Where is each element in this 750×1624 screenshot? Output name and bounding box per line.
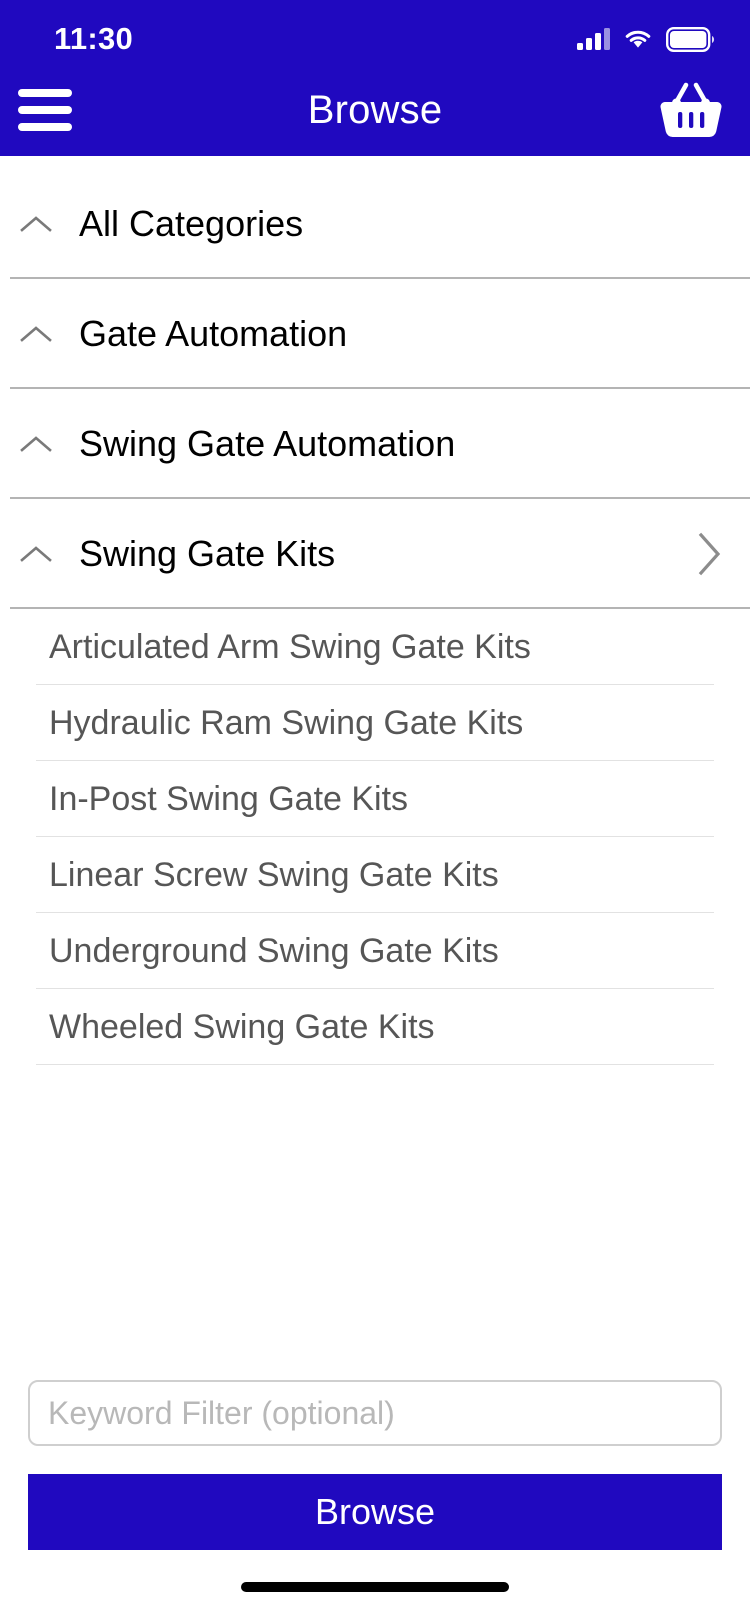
category-row-swing-gate-automation[interactable]: Swing Gate Automation <box>0 389 750 499</box>
category-label: Swing Gate Automation <box>79 423 456 464</box>
shopping-basket-icon <box>658 80 724 140</box>
category-label: All Categories <box>79 203 304 244</box>
cellular-signal-icon <box>577 28 610 50</box>
wifi-icon <box>623 28 653 50</box>
page-title: Browse <box>307 87 443 132</box>
subcategory-label: Linear Screw Swing Gate Kits <box>49 855 499 894</box>
subcategory-label: Hydraulic Ram Swing Gate Kits <box>49 703 524 742</box>
subcategory-row[interactable]: In-Post Swing Gate Kits <box>0 761 750 837</box>
home-indicator-area <box>0 1550 750 1624</box>
keyword-filter-input[interactable] <box>28 1380 722 1446</box>
chevron-right-icon[interactable] <box>690 531 730 577</box>
category-browser: All Categories Gate Automation Swing Gat… <box>0 156 750 1380</box>
subrow-divider <box>36 1064 714 1065</box>
chevron-up-icon[interactable] <box>10 543 62 565</box>
browse-footer: Browse <box>0 1380 750 1550</box>
subcategory-label: In-Post Swing Gate Kits <box>49 779 409 818</box>
home-indicator[interactable] <box>241 1582 509 1592</box>
subcategory-label: Underground Swing Gate Kits <box>49 931 499 970</box>
status-bar: 11:30 <box>0 0 750 64</box>
status-bar-time: 11:30 <box>54 21 134 56</box>
subcategory-row[interactable]: Linear Screw Swing Gate Kits <box>0 837 750 913</box>
category-row-all-categories[interactable]: All Categories <box>0 169 750 279</box>
navigation-bar: Browse <box>0 64 750 156</box>
category-label: Swing Gate Kits <box>79 533 336 574</box>
category-row-gate-automation[interactable]: Gate Automation <box>0 279 750 389</box>
shopping-basket-button[interactable] <box>656 79 726 141</box>
subcategory-row[interactable]: Underground Swing Gate Kits <box>0 913 750 989</box>
subcategory-label: Articulated Arm Swing Gate Kits <box>49 627 531 666</box>
chevron-up-icon[interactable] <box>10 213 62 235</box>
subcategory-row[interactable]: Wheeled Swing Gate Kits <box>0 989 750 1065</box>
chevron-up-icon[interactable] <box>10 433 62 455</box>
app-header: 11:30 Browse <box>0 0 750 156</box>
subcategory-row[interactable]: Articulated Arm Swing Gate Kits <box>0 609 750 685</box>
status-bar-icons <box>577 26 716 52</box>
browse-button[interactable]: Browse <box>28 1474 722 1550</box>
battery-icon <box>666 26 716 52</box>
subcategory-row[interactable]: Hydraulic Ram Swing Gate Kits <box>0 685 750 761</box>
category-label: Gate Automation <box>79 313 348 354</box>
chevron-up-icon[interactable] <box>10 323 62 345</box>
hamburger-menu-icon[interactable] <box>18 89 72 131</box>
mobile-app-screen: 11:30 Browse All Categories Gate Automat… <box>0 0 750 1624</box>
category-row-swing-gate-kits[interactable]: Swing Gate Kits <box>0 499 750 609</box>
subcategory-label: Wheeled Swing Gate Kits <box>49 1007 435 1046</box>
